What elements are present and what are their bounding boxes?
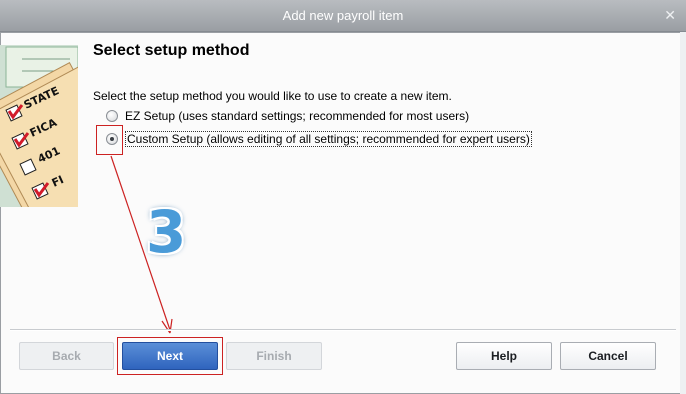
next-button[interactable]: Next xyxy=(122,342,218,370)
help-button[interactable]: Help xyxy=(456,342,552,370)
title-bar: Add new payroll item ✕ xyxy=(0,0,686,32)
instruction-text: Select the setup method you would like t… xyxy=(93,89,452,103)
button-separator xyxy=(10,329,676,331)
payroll-forms-illustration: STATE FICA 401 FI xyxy=(0,45,78,239)
custom-setup-option[interactable]: Custom Setup (allows editing of all sett… xyxy=(106,131,532,147)
dialog-body xyxy=(0,32,686,394)
custom-setup-label: Custom Setup (allows editing of all sett… xyxy=(125,131,532,147)
window-edge xyxy=(680,32,686,394)
close-icon[interactable]: ✕ xyxy=(664,7,676,24)
ez-setup-radio[interactable] xyxy=(106,110,118,122)
step-number-annotation: 3 xyxy=(146,198,187,266)
ez-setup-label: EZ Setup (uses standard settings; recomm… xyxy=(125,109,470,123)
window-title: Add new payroll item xyxy=(282,8,404,23)
annotation-highlight-radio xyxy=(96,125,123,155)
ez-setup-option[interactable]: EZ Setup (uses standard settings; recomm… xyxy=(106,108,469,124)
finish-button[interactable]: Finish xyxy=(226,342,322,370)
page-title: Select setup method xyxy=(93,42,250,59)
cancel-button[interactable]: Cancel xyxy=(560,342,656,370)
back-button[interactable]: Back xyxy=(19,342,114,370)
